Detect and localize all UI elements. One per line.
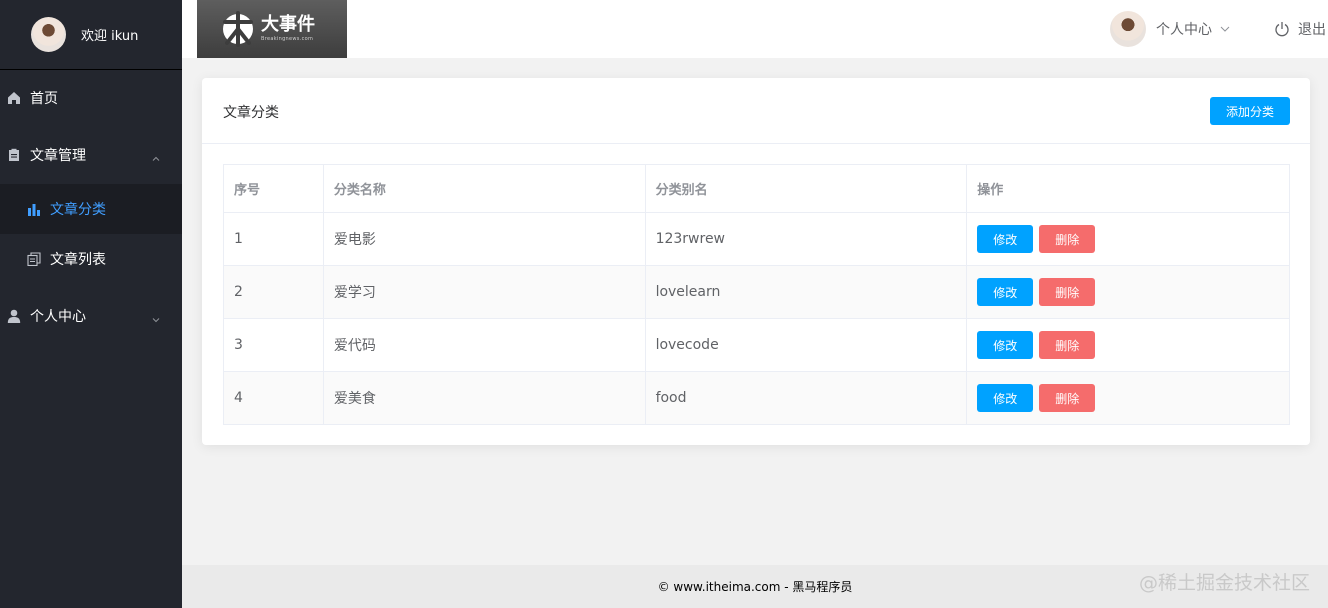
delete-button[interactable]: 删除 bbox=[1039, 225, 1096, 253]
logo-title: 大事件 bbox=[261, 14, 315, 35]
cell-actions: 修改 删除 bbox=[966, 371, 1290, 425]
cell-actions: 修改 删除 bbox=[966, 212, 1290, 266]
table-row: 4 爱美食 food 修改 删除 bbox=[223, 371, 1290, 425]
cell-alias: lovelearn bbox=[645, 265, 968, 319]
table-row: 1 爱电影 123rwrew 修改 删除 bbox=[223, 212, 1290, 266]
sidebar-item-article-category[interactable]: 文章分类 bbox=[0, 184, 182, 234]
logout-label: 退出 bbox=[1298, 22, 1326, 38]
logo-mark-icon bbox=[223, 11, 253, 47]
footer-text: © www.itheima.com - 黑马程序员 bbox=[657, 580, 853, 594]
cell-name: 爱电影 bbox=[323, 212, 646, 266]
header-avatar bbox=[1110, 11, 1146, 47]
cell-actions: 修改 删除 bbox=[966, 318, 1290, 372]
chevron-down-icon bbox=[1220, 26, 1230, 32]
home-icon bbox=[7, 91, 21, 105]
header-user-label: 个人中心 bbox=[1156, 22, 1212, 38]
card-title: 文章分类 bbox=[223, 105, 279, 121]
edit-button[interactable]: 修改 bbox=[977, 278, 1034, 306]
user-info: 欢迎 ikun bbox=[0, 0, 182, 70]
sidebar-item-label: 文章分类 bbox=[50, 202, 106, 218]
column-header-index: 序号 bbox=[223, 164, 324, 213]
cell-alias: food bbox=[645, 371, 968, 425]
sidebar-item-label: 文章管理 bbox=[30, 148, 86, 164]
card-header: 文章分类 添加分类 bbox=[202, 78, 1310, 144]
column-header-actions: 操作 bbox=[966, 164, 1290, 213]
cell-name: 爱美食 bbox=[323, 371, 646, 425]
cell-name: 爱代码 bbox=[323, 318, 646, 372]
cell-index: 2 bbox=[223, 265, 324, 319]
add-category-button[interactable]: 添加分类 bbox=[1210, 97, 1290, 125]
user-icon bbox=[7, 309, 21, 323]
header-user-menu[interactable]: 个人中心 bbox=[1110, 11, 1230, 47]
top-header: 大事件 Breakingnews.com 个人中心 退出 bbox=[182, 0, 1328, 58]
cell-actions: 修改 删除 bbox=[966, 265, 1290, 319]
document-icon bbox=[7, 148, 21, 162]
welcome-text: 欢迎 ikun bbox=[81, 29, 139, 44]
column-header-name: 分类名称 bbox=[323, 164, 646, 213]
copy-icon bbox=[27, 252, 41, 266]
sidebar-item-label: 首页 bbox=[30, 91, 58, 107]
sidebar-item-article-manage[interactable]: 文章管理 bbox=[0, 126, 182, 184]
sidebar: 欢迎 ikun 首页 文章管理 文章分类 文章列表 个人中心 bbox=[0, 0, 182, 608]
column-header-alias: 分类别名 bbox=[645, 164, 968, 213]
delete-button[interactable]: 删除 bbox=[1039, 384, 1096, 412]
sidebar-item-personal-center[interactable]: 个人中心 bbox=[0, 288, 182, 344]
category-card: 文章分类 添加分类 序号 分类名称 分类别名 操作 1 爱电影 123rwrew… bbox=[202, 78, 1310, 445]
chevron-down-icon bbox=[152, 318, 160, 323]
delete-button[interactable]: 删除 bbox=[1039, 331, 1096, 359]
table-row: 2 爱学习 lovelearn 修改 删除 bbox=[223, 265, 1290, 319]
cell-index: 3 bbox=[223, 318, 324, 372]
chevron-up-icon bbox=[152, 156, 160, 161]
edit-button[interactable]: 修改 bbox=[977, 225, 1034, 253]
table-row: 3 爱代码 lovecode 修改 删除 bbox=[223, 318, 1290, 372]
sidebar-item-article-list[interactable]: 文章列表 bbox=[0, 234, 182, 284]
watermark: @稀土掘金技术社区 bbox=[1138, 572, 1310, 594]
edit-button[interactable]: 修改 bbox=[977, 331, 1034, 359]
cell-alias: 123rwrew bbox=[645, 212, 968, 266]
logout-button[interactable]: 退出 bbox=[1274, 19, 1326, 39]
cell-index: 4 bbox=[223, 371, 324, 425]
table-header-row: 序号 分类名称 分类别名 操作 bbox=[223, 164, 1290, 213]
avatar bbox=[31, 17, 66, 52]
cell-index: 1 bbox=[223, 212, 324, 266]
sidebar-item-home[interactable]: 首页 bbox=[0, 70, 182, 126]
category-table: 序号 分类名称 分类别名 操作 1 爱电影 123rwrew 修改 删除 2 爱学… bbox=[223, 164, 1290, 425]
sidebar-item-label: 文章列表 bbox=[50, 252, 106, 268]
sidebar-item-label: 个人中心 bbox=[30, 309, 86, 325]
delete-button[interactable]: 删除 bbox=[1039, 278, 1096, 306]
logo-subtitle: Breakingnews.com bbox=[261, 36, 314, 42]
bar-chart-icon bbox=[27, 202, 41, 216]
cell-name: 爱学习 bbox=[323, 265, 646, 319]
power-icon bbox=[1275, 22, 1289, 37]
edit-button[interactable]: 修改 bbox=[977, 384, 1034, 412]
cell-alias: lovecode bbox=[645, 318, 968, 372]
logo-text: 大事件 Breakingnews.com bbox=[261, 15, 315, 43]
logo[interactable]: 大事件 Breakingnews.com bbox=[197, 0, 347, 58]
